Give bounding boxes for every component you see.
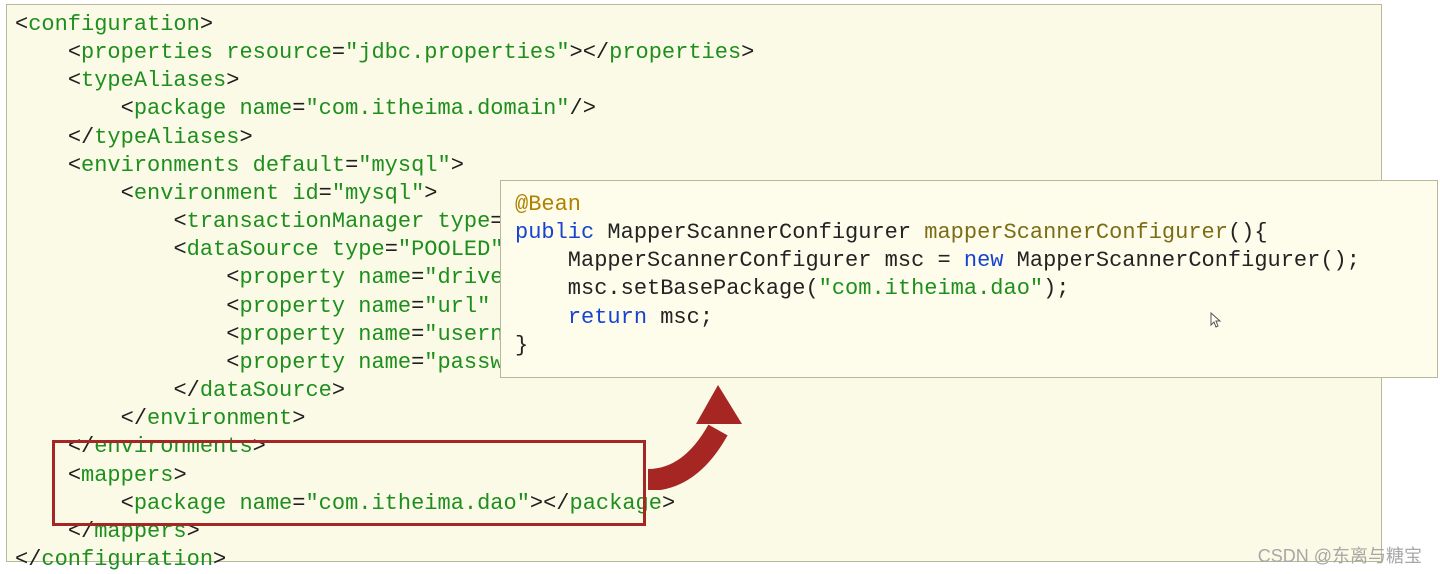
annotation-bean: @Bean: [515, 192, 581, 217]
java-code-panel: @Bean public MapperScannerConfigurer map…: [500, 180, 1438, 378]
